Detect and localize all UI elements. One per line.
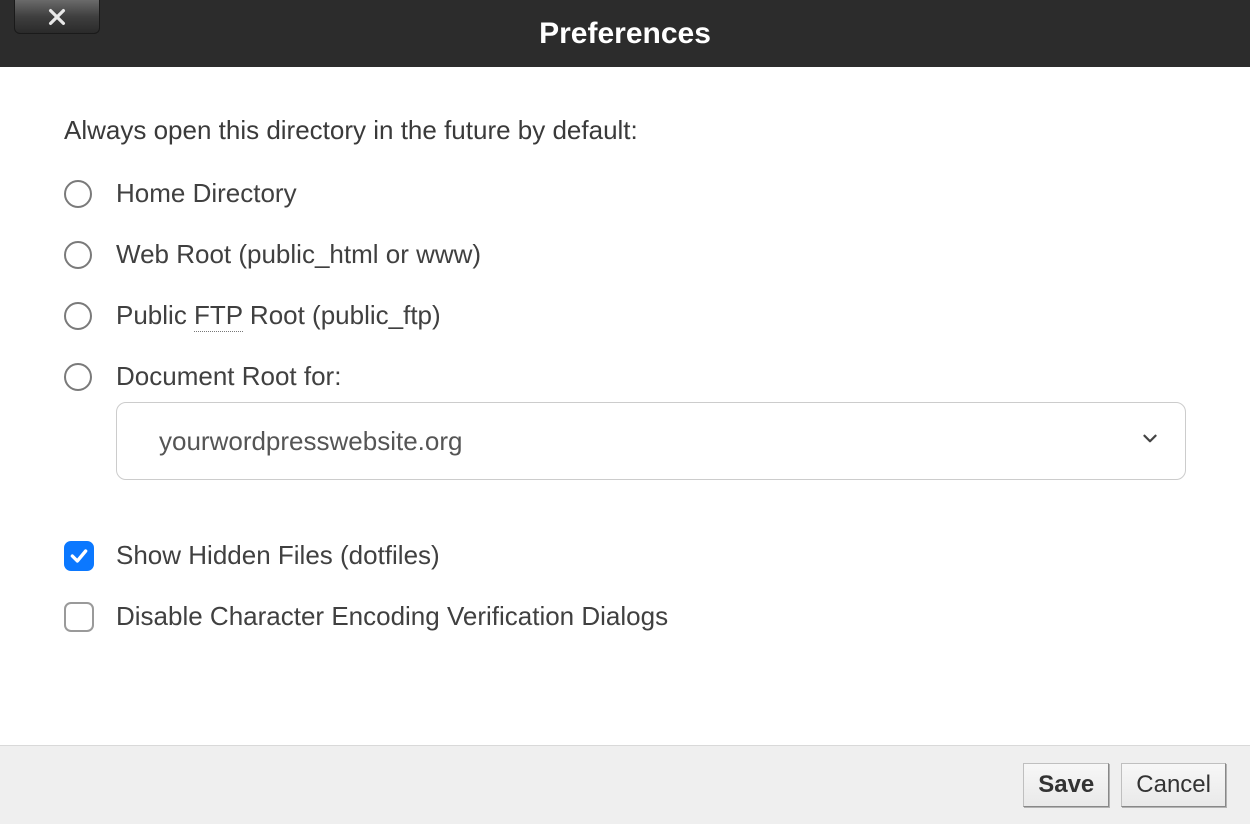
radio-icon (64, 241, 92, 269)
ftp-suffix: Root (public_ftp) (243, 300, 441, 330)
radio-icon (64, 363, 92, 391)
checkbox-icon (64, 602, 94, 632)
checkbox-label: Show Hidden Files (dotfiles) (116, 540, 440, 571)
dialog-titlebar: Preferences (0, 0, 1250, 67)
dialog-title: Preferences (0, 17, 1250, 51)
close-button[interactable] (14, 0, 100, 34)
checkbox-icon (64, 541, 94, 571)
dialog-footer: Save Cancel (0, 745, 1250, 824)
radio-label: Home Directory (116, 178, 297, 209)
domain-select[interactable]: yourwordpresswebsite.org (116, 402, 1186, 480)
radio-public-ftp-root[interactable]: Public FTP Root (public_ftp) (64, 300, 1186, 331)
radio-icon (64, 302, 92, 330)
radio-web-root[interactable]: Web Root (public_html or www) (64, 239, 1186, 270)
cancel-button[interactable]: Cancel (1121, 763, 1226, 807)
close-icon (46, 6, 68, 28)
radio-home-directory[interactable]: Home Directory (64, 178, 1186, 209)
radio-label: Web Root (public_html or www) (116, 239, 481, 270)
default-directory-prompt: Always open this directory in the future… (64, 115, 1186, 146)
dialog-content: Always open this directory in the future… (0, 67, 1250, 745)
save-button[interactable]: Save (1023, 763, 1109, 807)
checkbox-show-hidden-files[interactable]: Show Hidden Files (dotfiles) (64, 540, 1186, 571)
checkbox-label: Disable Character Encoding Verification … (116, 601, 668, 632)
domain-select-wrap: yourwordpresswebsite.org (116, 402, 1186, 480)
radio-icon (64, 180, 92, 208)
radio-label: Document Root for: (116, 361, 341, 392)
radio-document-root[interactable]: Document Root for: (64, 361, 1186, 392)
ftp-prefix: Public (116, 300, 194, 330)
checkbox-disable-encoding-dialogs[interactable]: Disable Character Encoding Verification … (64, 601, 1186, 632)
domain-select-value: yourwordpresswebsite.org (159, 426, 462, 457)
chevron-down-icon (1139, 426, 1161, 457)
ftp-abbr: FTP (194, 300, 243, 332)
radio-label: Public FTP Root (public_ftp) (116, 300, 441, 331)
